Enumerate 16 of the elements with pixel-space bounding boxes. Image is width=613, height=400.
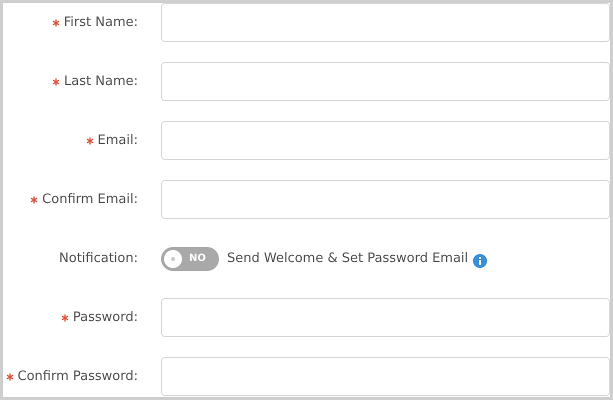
input-field[interactable]	[161, 121, 610, 160]
field-label: Confirm Email:	[42, 192, 138, 207]
field-label: Notification:	[59, 251, 138, 266]
input-field[interactable]	[161, 62, 610, 101]
field-label: First Name:	[64, 15, 138, 30]
input-field[interactable]	[161, 298, 610, 337]
input-field[interactable]	[161, 3, 610, 42]
toggle-switch[interactable]: NO	[161, 246, 219, 270]
input-field[interactable]	[161, 357, 610, 396]
toggle-description: Send Welcome & Set Password Email	[227, 251, 468, 266]
field-label: Password:	[72, 310, 138, 325]
input-field[interactable]	[161, 180, 610, 219]
field-label: Confirm Password:	[18, 369, 138, 384]
info-icon[interactable]	[473, 254, 488, 268]
field-label: Email:	[98, 133, 138, 148]
field-label: Last Name:	[64, 74, 138, 89]
